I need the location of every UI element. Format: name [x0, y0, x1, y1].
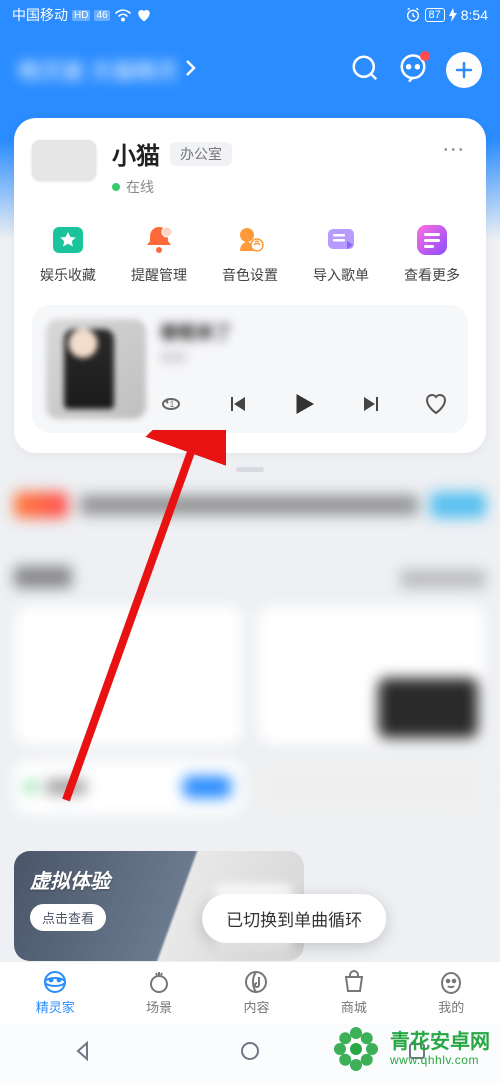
tab-label: 商城: [341, 997, 367, 1016]
carrier-label: 中国移动: [12, 5, 68, 25]
tab-label: 场景: [146, 997, 172, 1016]
quick-action-import-playlist[interactable]: 导入歌单: [309, 223, 373, 285]
feed-section-header: [14, 566, 486, 588]
status-bar: 中国移动 HD 46 87 8:54: [0, 0, 500, 30]
more-icon[interactable]: ⋮: [441, 135, 467, 164]
heart-icon: [136, 8, 152, 22]
feed-cards: [14, 606, 486, 814]
track-subtitle: 未知: [160, 347, 454, 366]
bell-icon: [142, 223, 176, 257]
quick-label: 导入歌单: [313, 265, 369, 285]
tab-content[interactable]: 内容: [243, 969, 269, 1016]
nav-back-icon[interactable]: [71, 1039, 95, 1068]
star-icon: [51, 223, 85, 257]
tab-me[interactable]: 我的: [438, 969, 464, 1016]
track-title: 春眠来了: [160, 319, 454, 345]
quick-action-voice[interactable]: 音色设置: [218, 223, 282, 285]
search-icon[interactable]: [350, 53, 380, 88]
quick-actions-row: 娱乐收藏 提醒管理 音色设置 导入歌单: [32, 223, 468, 285]
quick-label: 音色设置: [222, 265, 278, 285]
feed-card[interactable]: [257, 606, 486, 746]
clock-label: 8:54: [461, 7, 488, 23]
previous-track-icon[interactable]: [225, 392, 249, 416]
device-status: 在线: [126, 177, 154, 197]
device-room-badge[interactable]: 办公室: [170, 142, 232, 166]
tab-label: 精灵家: [36, 997, 75, 1016]
toast-message: 已切换到单曲循环: [202, 894, 386, 943]
nav-home-icon[interactable]: [238, 1039, 262, 1068]
drag-handle[interactable]: [236, 467, 264, 472]
watermark: 青花安卓网 www.qhhlv.com: [320, 1015, 500, 1083]
tab-label: 我的: [438, 997, 464, 1016]
watermark-logo-icon: [330, 1023, 382, 1075]
device-image: [32, 140, 96, 180]
messages-icon[interactable]: [398, 53, 428, 88]
tab-home[interactable]: 精灵家: [36, 969, 75, 1016]
play-icon[interactable]: [289, 389, 319, 419]
main-scroll-area[interactable]: 小猫 办公室 在线 ⋮ 娱乐收藏 提醒管理: [0, 110, 500, 961]
chevron-right-icon: [184, 59, 196, 82]
device-name: 小猫: [112, 136, 160, 171]
feed-announcement[interactable]: [14, 492, 486, 518]
quick-label: 提醒管理: [131, 265, 187, 285]
network-badge: 46: [94, 10, 109, 21]
album-art[interactable]: [46, 319, 146, 419]
watermark-brand: 青花安卓网: [390, 1031, 490, 1054]
quick-action-reminders[interactable]: 提醒管理: [127, 223, 191, 285]
add-button[interactable]: [446, 52, 482, 88]
quick-label: 查看更多: [404, 265, 460, 285]
hd-badge: HD: [72, 10, 90, 21]
vx-cta-button[interactable]: 点击查看: [30, 904, 106, 931]
quick-action-favorites[interactable]: 娱乐收藏: [36, 223, 100, 285]
quick-action-more[interactable]: 查看更多: [400, 223, 464, 285]
more-grid-icon: [415, 223, 449, 257]
tab-label: 内容: [243, 997, 269, 1016]
vx-title: 虚拟体验: [30, 865, 288, 894]
app-header: 精灵屋 天猫精灵: [0, 30, 500, 110]
header-title-text: 精灵屋 天猫精灵: [18, 54, 178, 86]
battery-pct: 87: [425, 8, 445, 22]
favorite-icon[interactable]: [424, 392, 448, 416]
bottom-tab-bar: 精灵家 场景 内容 商城 我的: [0, 961, 500, 1023]
feed-device-card[interactable]: [14, 760, 243, 814]
online-dot-icon: [112, 183, 120, 191]
tab-scene[interactable]: 场景: [146, 969, 172, 1016]
wifi-icon: [114, 8, 132, 22]
alarm-icon: [405, 7, 421, 23]
svg-text:1: 1: [170, 400, 175, 409]
tab-shop[interactable]: 商城: [341, 969, 367, 1016]
battery-icon: [449, 8, 457, 22]
feed-card[interactable]: [14, 606, 243, 746]
feed-card-small[interactable]: [257, 760, 486, 814]
playlist-icon: [324, 223, 358, 257]
music-player-card: 春眠来了 未知 1: [32, 305, 468, 433]
voice-icon: [233, 223, 267, 257]
repeat-one-icon[interactable]: 1: [160, 392, 184, 416]
quick-label: 娱乐收藏: [40, 265, 96, 285]
watermark-url: www.qhhlv.com: [390, 1054, 490, 1068]
next-track-icon[interactable]: [360, 392, 384, 416]
header-title-dropdown[interactable]: 精灵屋 天猫精灵: [18, 54, 196, 86]
device-card: 小猫 办公室 在线 ⋮ 娱乐收藏 提醒管理: [14, 118, 486, 453]
